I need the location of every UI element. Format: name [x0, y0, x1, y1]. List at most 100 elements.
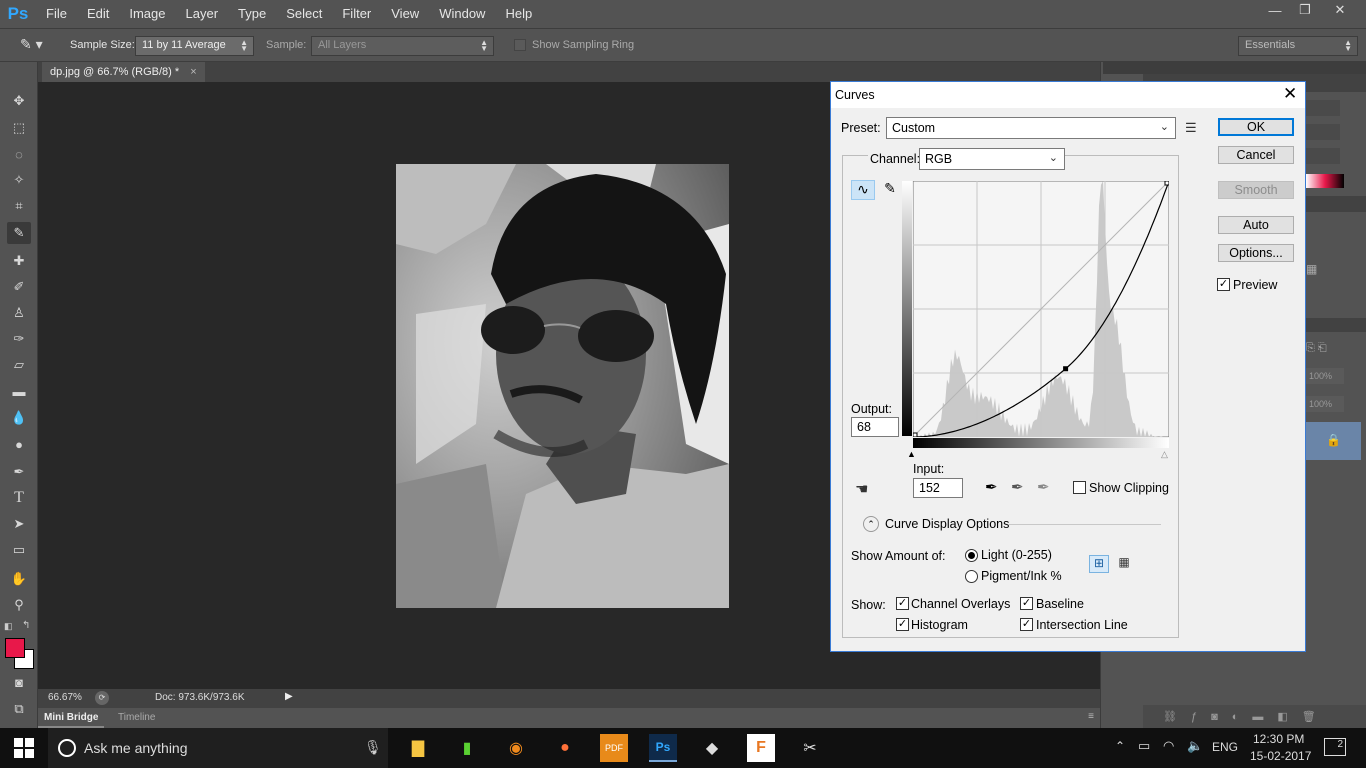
menu-view[interactable]: View [381, 0, 429, 28]
gray-eyedropper-icon[interactable]: ✒ [1011, 478, 1024, 496]
document-tab[interactable]: dp.jpg @ 66.7% (RGB/8) * × [42, 62, 205, 82]
status-menu-arrow-icon[interactable]: ▶ [285, 691, 293, 702]
volume-icon[interactable]: 🔈 [1187, 738, 1203, 754]
color-value-field[interactable] [1306, 148, 1340, 164]
preset-options-icon[interactable]: ☰ [1185, 120, 1197, 136]
menu-edit[interactable]: Edit [77, 0, 119, 28]
simple-grid-icon[interactable]: ⊞ [1089, 555, 1109, 573]
close-tab-icon[interactable]: × [190, 66, 196, 78]
black-point-handle[interactable] [912, 432, 918, 438]
screen-mode-icon[interactable]: ⧉ [7, 698, 31, 720]
color-ramp[interactable] [1306, 174, 1344, 188]
quick-selection-tool-icon[interactable]: ✧ [7, 169, 31, 191]
curves-graph-svg[interactable] [912, 180, 1170, 438]
photoshop-taskbar-icon[interactable]: Ps [649, 734, 677, 762]
detailed-grid-icon[interactable]: ▦ [1114, 555, 1134, 573]
channel-overlays-checkbox[interactable]: ✓ [896, 597, 909, 610]
marquee-tool-icon[interactable]: ⬚ [7, 117, 31, 139]
f-app-icon[interactable]: F [747, 734, 775, 762]
tool-app-icon[interactable]: ✂ [796, 734, 824, 762]
ok-button[interactable]: OK [1218, 118, 1294, 136]
pen-tool-icon[interactable]: ✒ [7, 461, 31, 483]
curves-graph[interactable] [912, 180, 1170, 438]
panel-collapse-bar[interactable] [1103, 62, 1366, 74]
input-field[interactable]: 152 [913, 478, 963, 498]
cancel-button[interactable]: Cancel [1218, 146, 1294, 164]
green-app-icon[interactable]: ▮ [453, 734, 481, 762]
menu-filter[interactable]: Filter [332, 0, 381, 28]
status-info-icon[interactable]: ⟳ [95, 691, 109, 705]
tray-chevron-icon[interactable]: ⌃ [1115, 739, 1125, 753]
layer-row-selected[interactable]: 🔒 [1306, 422, 1361, 460]
menu-window[interactable]: Window [429, 0, 495, 28]
collapse-options-icon[interactable]: ⌃ [863, 516, 879, 532]
history-brush-tool-icon[interactable]: ✑ [7, 328, 31, 350]
minimize-button[interactable]: — [1260, 0, 1290, 20]
type-tool-icon[interactable]: T [7, 487, 31, 509]
close-app-button[interactable]: ✕ [1325, 0, 1355, 20]
light-radio[interactable] [965, 549, 978, 562]
firefox-icon[interactable]: ● [551, 734, 579, 762]
lock-icons[interactable]: ⎘ ⎗ [1306, 342, 1327, 355]
pencil-tool-icon[interactable]: ✎ [879, 180, 901, 200]
swap-colors-icon[interactable]: ↰ [22, 620, 30, 631]
color-value-field[interactable] [1306, 100, 1340, 116]
shape-tool-icon[interactable]: ▭ [7, 539, 31, 561]
show-sampling-ring-checkbox[interactable] [514, 39, 526, 51]
menu-file[interactable]: File [36, 0, 77, 28]
move-tool-icon[interactable]: ✥ [7, 90, 31, 112]
layers-footer-icons[interactable]: ⛓ƒ◙◐▬◧🗑 [1143, 705, 1366, 730]
brush-tool-icon[interactable]: ✐ [7, 276, 31, 298]
quick-mask-icon[interactable]: ◙ [7, 671, 31, 693]
control-point[interactable] [1063, 366, 1069, 372]
blur-tool-icon[interactable]: 💧 [7, 407, 31, 429]
sample-select[interactable]: All Layers ▲ ▼ [311, 36, 494, 56]
white-eyedropper-icon[interactable]: ✒ [1037, 478, 1050, 496]
menu-type[interactable]: Type [228, 0, 276, 28]
language-indicator[interactable]: ENG [1212, 740, 1238, 754]
menu-image[interactable]: Image [119, 0, 175, 28]
eyedropper-tool-icon[interactable]: ✎ [7, 222, 31, 244]
black-eyedropper-icon[interactable]: ✒ [985, 478, 998, 496]
opacity-field[interactable]: 100% [1306, 368, 1344, 384]
microphone-icon[interactable]: 🎙 [364, 739, 382, 756]
battery-icon[interactable]: ▭ [1138, 738, 1150, 754]
eraser-tool-icon[interactable]: ▱ [7, 354, 31, 376]
hand-tool-icon[interactable]: ✋ [7, 568, 31, 590]
dialog-close-icon[interactable]: ✕ [1283, 84, 1297, 104]
black-point-slider-icon[interactable]: ▲ [907, 449, 916, 459]
color-value-field[interactable] [1306, 124, 1340, 140]
zoom-tool-icon[interactable]: ⚲ [7, 594, 31, 616]
tab-timeline[interactable]: Timeline [112, 708, 161, 728]
cortana-search-box[interactable]: Ask me anything 🎙 [48, 728, 388, 768]
on-image-adjust-icon[interactable]: ☚ [855, 480, 868, 498]
histogram-checkbox[interactable]: ✓ [896, 618, 909, 631]
curve-point-tool-icon[interactable]: ∿ [851, 180, 875, 200]
dialog-titlebar[interactable]: Curves ✕ [831, 82, 1305, 108]
sample-size-select[interactable]: 11 by 11 Average ▲ ▼ [135, 36, 254, 56]
preview-checkbox[interactable]: ✓ [1217, 278, 1230, 291]
clone-stamp-tool-icon[interactable]: ♙ [7, 302, 31, 324]
clock-date[interactable]: 15-02-2017 [1250, 749, 1311, 763]
white-point-handle[interactable] [1164, 180, 1170, 186]
tab-mini-bridge[interactable]: Mini Bridge [38, 708, 105, 728]
panel-menu-icon[interactable]: ≡ [1088, 711, 1094, 722]
menu-layer[interactable]: Layer [176, 0, 229, 28]
intersection-line-checkbox[interactable]: ✓ [1020, 618, 1033, 631]
healing-brush-tool-icon[interactable]: ✚ [7, 250, 31, 272]
foreground-color-swatch[interactable] [5, 638, 25, 658]
file-explorer-icon[interactable]: ▇ [404, 734, 432, 762]
preset-select[interactable]: Custom ⌄ [886, 117, 1176, 139]
white-point-slider-icon[interactable]: △ [1161, 449, 1168, 460]
default-colors-icon[interactable]: ◧ [4, 621, 13, 632]
gradient-tool-icon[interactable]: ▬ [7, 380, 31, 402]
path-selection-tool-icon[interactable]: ➤ [7, 513, 31, 535]
smooth-button[interactable]: Smooth [1218, 181, 1294, 199]
grid-icon[interactable]: ▦ [1306, 262, 1317, 276]
options-button[interactable]: Options... [1218, 244, 1294, 262]
show-clipping-checkbox[interactable] [1073, 481, 1086, 494]
document-image[interactable] [396, 164, 729, 608]
eyedropper-preset-icon[interactable]: ✎ ▾ [20, 36, 60, 56]
menu-help[interactable]: Help [495, 0, 542, 28]
workspace-select[interactable]: Essentials ▲ ▼ [1238, 36, 1358, 56]
